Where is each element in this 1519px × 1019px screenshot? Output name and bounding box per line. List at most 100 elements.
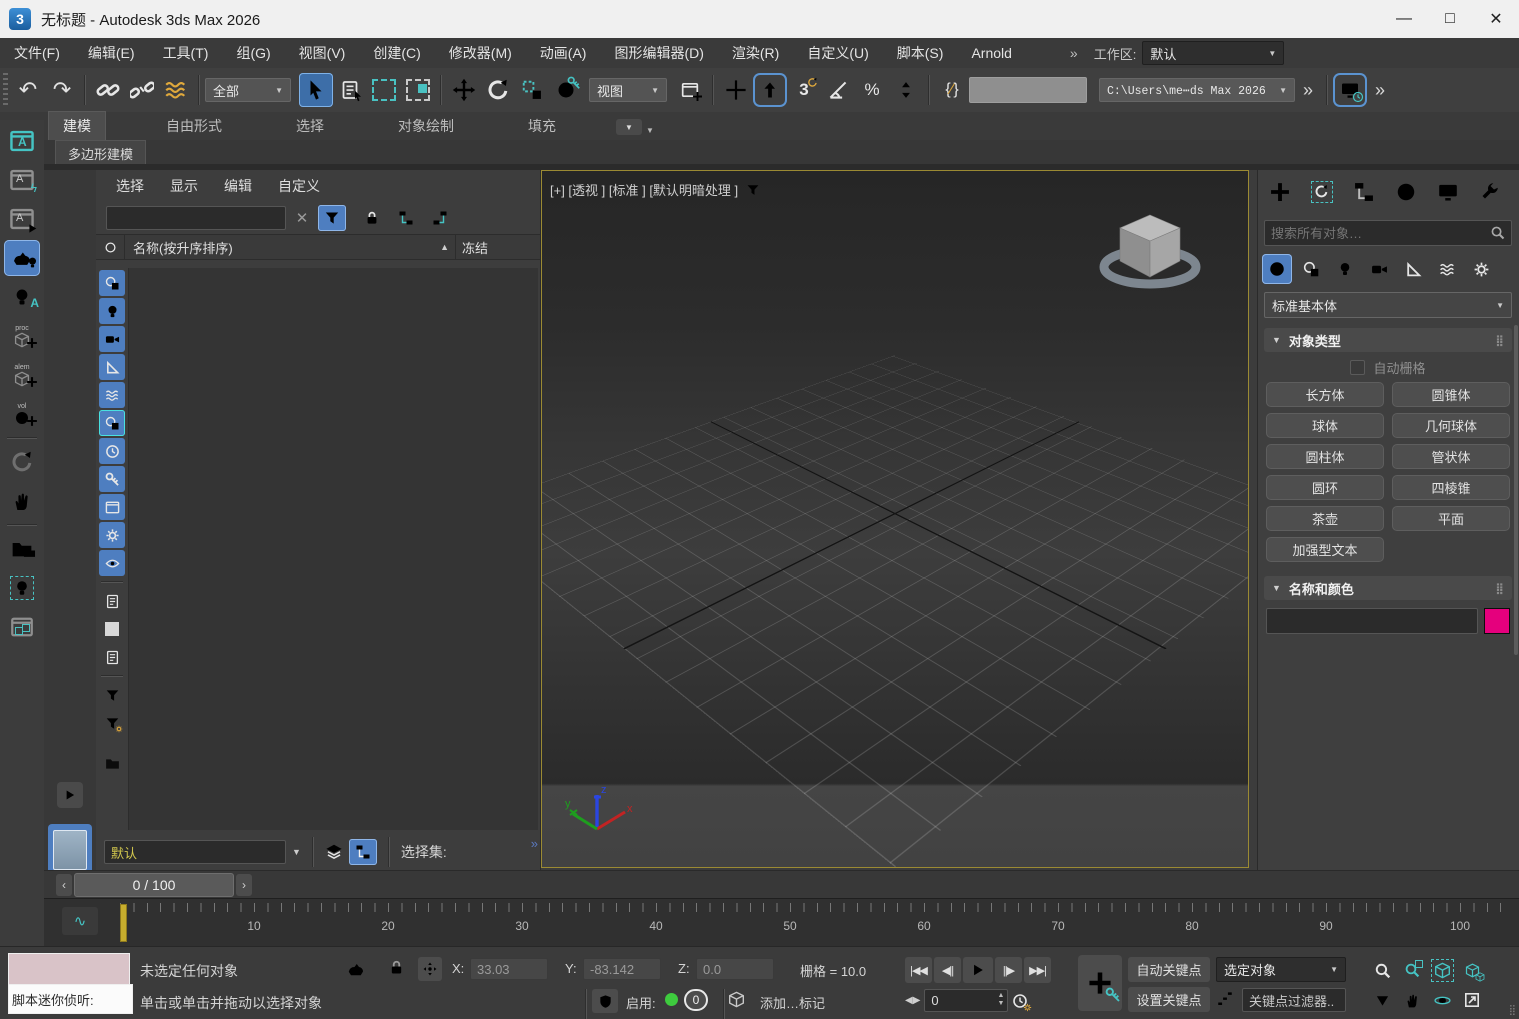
object-type-rollout-header[interactable]: ▼ 对象类型 ⣿	[1264, 328, 1512, 352]
select-and-rotate-button[interactable]	[481, 73, 515, 107]
layers-icon[interactable]	[325, 843, 343, 861]
geometry-category-button[interactable]	[1262, 254, 1292, 284]
sphere-button[interactable]: 球体	[1266, 413, 1384, 438]
selection-lock-icon[interactable]	[388, 959, 405, 976]
enable-status-dot[interactable]	[665, 993, 678, 1006]
toolbar-grip[interactable]	[3, 73, 8, 107]
menu-modifiers[interactable]: 修改器(M)	[435, 43, 526, 63]
orbit-button[interactable]	[1428, 987, 1456, 1013]
hierarchy-view-button[interactable]	[349, 839, 377, 865]
angle-snap-toggle[interactable]	[821, 73, 855, 107]
explorer-menu-select[interactable]: 选择	[116, 176, 144, 196]
toolbar-overflow-chevron[interactable]: »	[1303, 80, 1313, 101]
z-coordinate-field[interactable]	[696, 958, 774, 980]
doc-list-icon[interactable]	[99, 644, 125, 670]
explorer-more-chevron[interactable]: »	[531, 836, 538, 851]
toolbar-overflow-chevron-2[interactable]: »	[1375, 80, 1385, 101]
use-pivot-center-button[interactable]	[673, 73, 707, 107]
show-groups-icon[interactable]	[99, 410, 125, 436]
menu-customize[interactable]: 自定义(U)	[793, 43, 882, 63]
window-nodes-icon[interactable]	[4, 609, 40, 645]
ribbon-tab-modeling[interactable]: 建模	[48, 111, 106, 140]
menu-file[interactable]: 文件(F)	[0, 43, 74, 63]
ribbon-tab-selection[interactable]: 选择	[282, 112, 338, 140]
name-color-rollout-header[interactable]: ▼ 名称和颜色 ⣿	[1264, 576, 1512, 600]
viewport-layout-tab[interactable]	[48, 824, 92, 876]
next-frame-button[interactable]: ›	[236, 874, 252, 896]
viewcube[interactable]	[1090, 201, 1210, 305]
x-coordinate-field[interactable]	[470, 958, 548, 980]
explorer-search-input[interactable]	[106, 206, 286, 230]
menu-create[interactable]: 创建(C)	[359, 43, 434, 63]
close-button[interactable]: ✕	[1473, 0, 1519, 38]
keyboard-override-toggle[interactable]	[719, 73, 753, 107]
show-cameras-icon[interactable]	[99, 326, 125, 352]
proc-add-icon[interactable]: proc	[4, 318, 40, 354]
project-folder-dropdown[interactable]: C:\Users\me⋯ds Max 2026 ▼	[1099, 78, 1295, 102]
create-tab[interactable]	[1262, 175, 1298, 209]
macro-a-play-icon[interactable]: A	[4, 201, 40, 237]
ribbon-subtab-polygon-modeling[interactable]: 多边形建模	[55, 140, 146, 164]
command-search-input[interactable]	[1264, 220, 1512, 246]
key-step-arrows-icon[interactable]: ◀▶	[905, 995, 920, 1006]
window-crossing-toggle[interactable]	[401, 73, 435, 107]
menu-tools[interactable]: 工具(T)	[149, 43, 223, 63]
cone-button[interactable]: 圆锥体	[1392, 382, 1510, 407]
filter-gray-icon[interactable]	[99, 682, 125, 708]
maxscript-listener-pink[interactable]	[8, 953, 130, 985]
zoom-region-button[interactable]	[1368, 987, 1396, 1013]
show-wheels-icon[interactable]	[99, 522, 125, 548]
expand-hierarchy-button[interactable]	[392, 205, 420, 231]
reference-coordinate-dropdown[interactable]: 视图 ▼	[589, 78, 667, 102]
menu-rendering[interactable]: 渲染(R)	[718, 43, 793, 63]
search-filter-button[interactable]	[318, 205, 346, 231]
systems-category-button[interactable]	[1466, 254, 1496, 284]
selection-filter-dropdown[interactable]: 全部 ▼	[205, 78, 291, 102]
zoom-button[interactable]	[1368, 957, 1396, 983]
torus-button[interactable]: 圆环	[1266, 475, 1384, 500]
pyramid-button[interactable]: 四棱锥	[1392, 475, 1510, 500]
current-frame-marker[interactable]	[120, 904, 127, 942]
spinner-snap-toggle[interactable]	[889, 73, 923, 107]
named-selection-set-input[interactable]	[969, 77, 1087, 103]
hierarchy-tab[interactable]	[1346, 175, 1382, 209]
motion-tab[interactable]	[1388, 175, 1424, 209]
shapes-category-button[interactable]	[1296, 254, 1326, 284]
show-lights-icon[interactable]	[99, 298, 125, 324]
show-frames-icon[interactable]	[99, 494, 125, 520]
select-and-place-button[interactable]	[549, 73, 583, 107]
add-time-tag[interactable]: 添加…标记	[760, 993, 825, 1012]
go-to-start-button[interactable]: |◀◀	[905, 957, 932, 983]
perspective-viewport[interactable]: [+] [透视 ] [标准 ] [默认明暗处理 ] z x y	[541, 170, 1249, 868]
workspace-dropdown[interactable]: 默认 ▼	[1142, 41, 1284, 65]
select-object-button[interactable]	[299, 73, 333, 107]
redo-button[interactable]: ↷	[45, 73, 79, 107]
resize-grip-icon[interactable]: ⣿	[1509, 1005, 1516, 1016]
geosphere-button[interactable]: 几何球体	[1392, 413, 1510, 438]
select-and-scale-button[interactable]	[515, 73, 549, 107]
cylinder-button[interactable]: 圆柱体	[1266, 444, 1384, 469]
folders-icon[interactable]	[4, 531, 40, 567]
display-tab[interactable]	[1430, 175, 1466, 209]
previous-key-button[interactable]: ◀||	[934, 957, 961, 983]
alem-add-icon[interactable]: alem	[4, 357, 40, 393]
viewport-label[interactable]: [+] [透视 ] [标准 ] [默认明暗处理 ]	[550, 180, 760, 199]
menu-overflow-chevron[interactable]: »	[1056, 45, 1092, 61]
preset-dropdown-arrow[interactable]: ▼	[292, 847, 301, 857]
spacewarps-category-button[interactable]	[1432, 254, 1462, 284]
select-and-link-icon[interactable]	[91, 73, 125, 107]
edit-named-selection-sets-button[interactable]: {⁄}	[935, 73, 969, 107]
helpers-category-button[interactable]	[1398, 254, 1428, 284]
menu-group[interactable]: 组(G)	[222, 43, 284, 63]
menu-graph-editors[interactable]: 图形编辑器(D)	[600, 43, 717, 63]
set-keys-button[interactable]	[1078, 955, 1122, 1011]
explorer-menu-edit[interactable]: 编辑	[224, 176, 252, 196]
pan-view-button[interactable]	[1398, 987, 1426, 1013]
list-view-icon[interactable]	[99, 588, 125, 614]
next-key-button[interactable]: ||▶	[995, 957, 1022, 983]
freeze-column-header[interactable]: 冻结	[456, 238, 540, 257]
key-steps-icon[interactable]	[1216, 989, 1234, 1007]
ribbon-minimize-arrow[interactable]: ▼	[646, 126, 654, 135]
undo-button[interactable]: ↶	[11, 73, 45, 107]
utilities-tab[interactable]	[1472, 175, 1508, 209]
